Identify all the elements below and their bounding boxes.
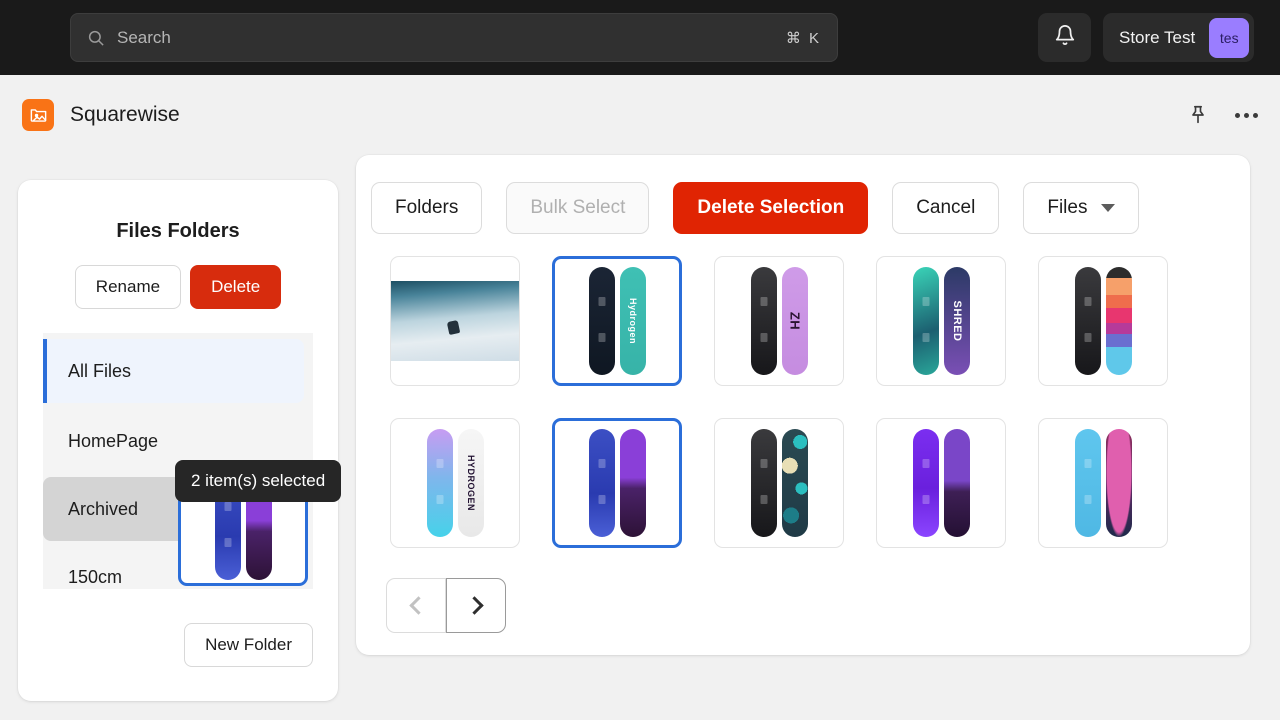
delete-folder-button[interactable]: Delete: [190, 265, 281, 309]
board-pair: HYDROGEN: [427, 429, 484, 537]
board-left: [751, 429, 777, 537]
new-folder-button[interactable]: New Folder: [184, 623, 313, 667]
app-header: Squarewise: [0, 75, 1280, 155]
notifications-button[interactable]: [1038, 13, 1091, 62]
bell-icon: [1054, 24, 1076, 51]
file-thumbnail-grid: Hydrogen ZH SHRED: [356, 234, 1250, 548]
board-left: [427, 429, 453, 537]
board-left: [589, 429, 615, 537]
files-panel: Folders Bulk Select Delete Selection Can…: [356, 155, 1250, 655]
chevron-down-icon: [1101, 204, 1115, 212]
board-left: [913, 429, 939, 537]
board-left: [1075, 429, 1101, 537]
dot: [1235, 113, 1240, 118]
snow-landscape-image: [391, 281, 519, 361]
board-right: SHRED: [944, 267, 970, 375]
thumbnail-hydrogen-cyan-board[interactable]: HYDROGEN: [390, 418, 520, 548]
photo-folder-icon: [22, 99, 54, 131]
folders-button[interactable]: Folders: [371, 182, 482, 234]
folder-item-label: All Files: [68, 361, 131, 382]
page-title: Squarewise: [70, 103, 180, 127]
board-right: Hydrogen: [620, 267, 646, 375]
board-pair: [589, 429, 646, 537]
files-toolbar: Folders Bulk Select Delete Selection Can…: [356, 155, 1250, 234]
thumbnail-teal-circles-board[interactable]: [714, 418, 844, 548]
folder-action-buttons: Rename Delete: [18, 265, 338, 309]
folder-item-label: HomePage: [68, 431, 158, 452]
pagination-next-button[interactable]: [446, 578, 506, 633]
cancel-button[interactable]: Cancel: [892, 182, 999, 234]
files-filter-label: Files: [1047, 197, 1087, 219]
files-folders-panel: Files Folders Rename Delete All Files Ho…: [18, 180, 338, 701]
pagination: [386, 578, 506, 633]
search-shortcut-hint: ⌘ K: [786, 29, 821, 47]
dot: [1244, 113, 1249, 118]
board-left: [589, 267, 615, 375]
chevron-left-icon: [409, 596, 427, 614]
board-pair: ZH: [751, 267, 808, 375]
new-folder-wrap: New Folder: [184, 623, 313, 667]
folder-item-all-files[interactable]: All Files: [43, 339, 304, 403]
board-right: [1106, 267, 1132, 375]
global-search-bar[interactable]: Search ⌘ K: [70, 13, 838, 62]
board-pair: [1075, 429, 1132, 537]
board-right: [1106, 429, 1132, 537]
files-filter-dropdown[interactable]: Files: [1023, 182, 1139, 234]
board-right: [944, 429, 970, 537]
dot: [1253, 113, 1258, 118]
thumbnail-hydrogen-teal-board[interactable]: Hydrogen: [552, 256, 682, 386]
chevron-right-icon: [465, 596, 483, 614]
thumbnail-shred-teal-board[interactable]: SHRED: [876, 256, 1006, 386]
board-pair: [1075, 267, 1132, 375]
board-right: ZH: [782, 267, 808, 375]
thumbnail-blue-purple-board[interactable]: [552, 418, 682, 548]
pagination-prev-button[interactable]: [386, 578, 446, 633]
board-label: Hydrogen: [628, 298, 638, 344]
bulk-select-button[interactable]: Bulk Select: [506, 182, 649, 234]
board-right: HYDROGEN: [458, 429, 484, 537]
search-icon: [87, 29, 105, 47]
more-horizontal-icon[interactable]: [1235, 113, 1258, 118]
thumbnail-zh-lilac-board[interactable]: ZH: [714, 256, 844, 386]
folder-item-label: 150cm: [68, 567, 122, 588]
board-pair: SHRED: [913, 267, 970, 375]
board-pair: [751, 429, 808, 537]
board-pair: Hydrogen: [589, 267, 646, 375]
board-left: [913, 267, 939, 375]
board-right: [620, 429, 646, 537]
board-label: HYDROGEN: [466, 455, 476, 511]
sidebar-title: Files Folders: [18, 220, 338, 243]
store-account-chip[interactable]: Store Test tes: [1103, 13, 1254, 62]
folder-item-label: Archived: [68, 499, 138, 520]
thumbnail-violet-board[interactable]: [876, 418, 1006, 548]
header-actions: [1187, 104, 1258, 126]
global-top-bar: Search ⌘ K Store Test tes: [0, 0, 1280, 75]
avatar: tes: [1209, 18, 1249, 58]
thumbnail-snowboarder-photo[interactable]: [390, 256, 520, 386]
board-pair: [913, 429, 970, 537]
delete-selection-button[interactable]: Delete Selection: [673, 182, 868, 234]
board-left: [751, 267, 777, 375]
board-right: [782, 429, 808, 537]
board-label: ZH: [787, 312, 802, 330]
rename-folder-button[interactable]: Rename: [75, 265, 181, 309]
thumbnail-skyblue-magenta-board[interactable]: [1038, 418, 1168, 548]
drag-selection-tooltip: 2 item(s) selected: [175, 460, 341, 502]
pin-icon[interactable]: [1187, 104, 1209, 126]
thumbnail-rainbow-stripe-board[interactable]: [1038, 256, 1168, 386]
search-input-placeholder[interactable]: Search: [117, 28, 786, 48]
store-name-label: Store Test: [1119, 28, 1195, 48]
board-label: SHRED: [951, 300, 963, 341]
board-left: [1075, 267, 1101, 375]
